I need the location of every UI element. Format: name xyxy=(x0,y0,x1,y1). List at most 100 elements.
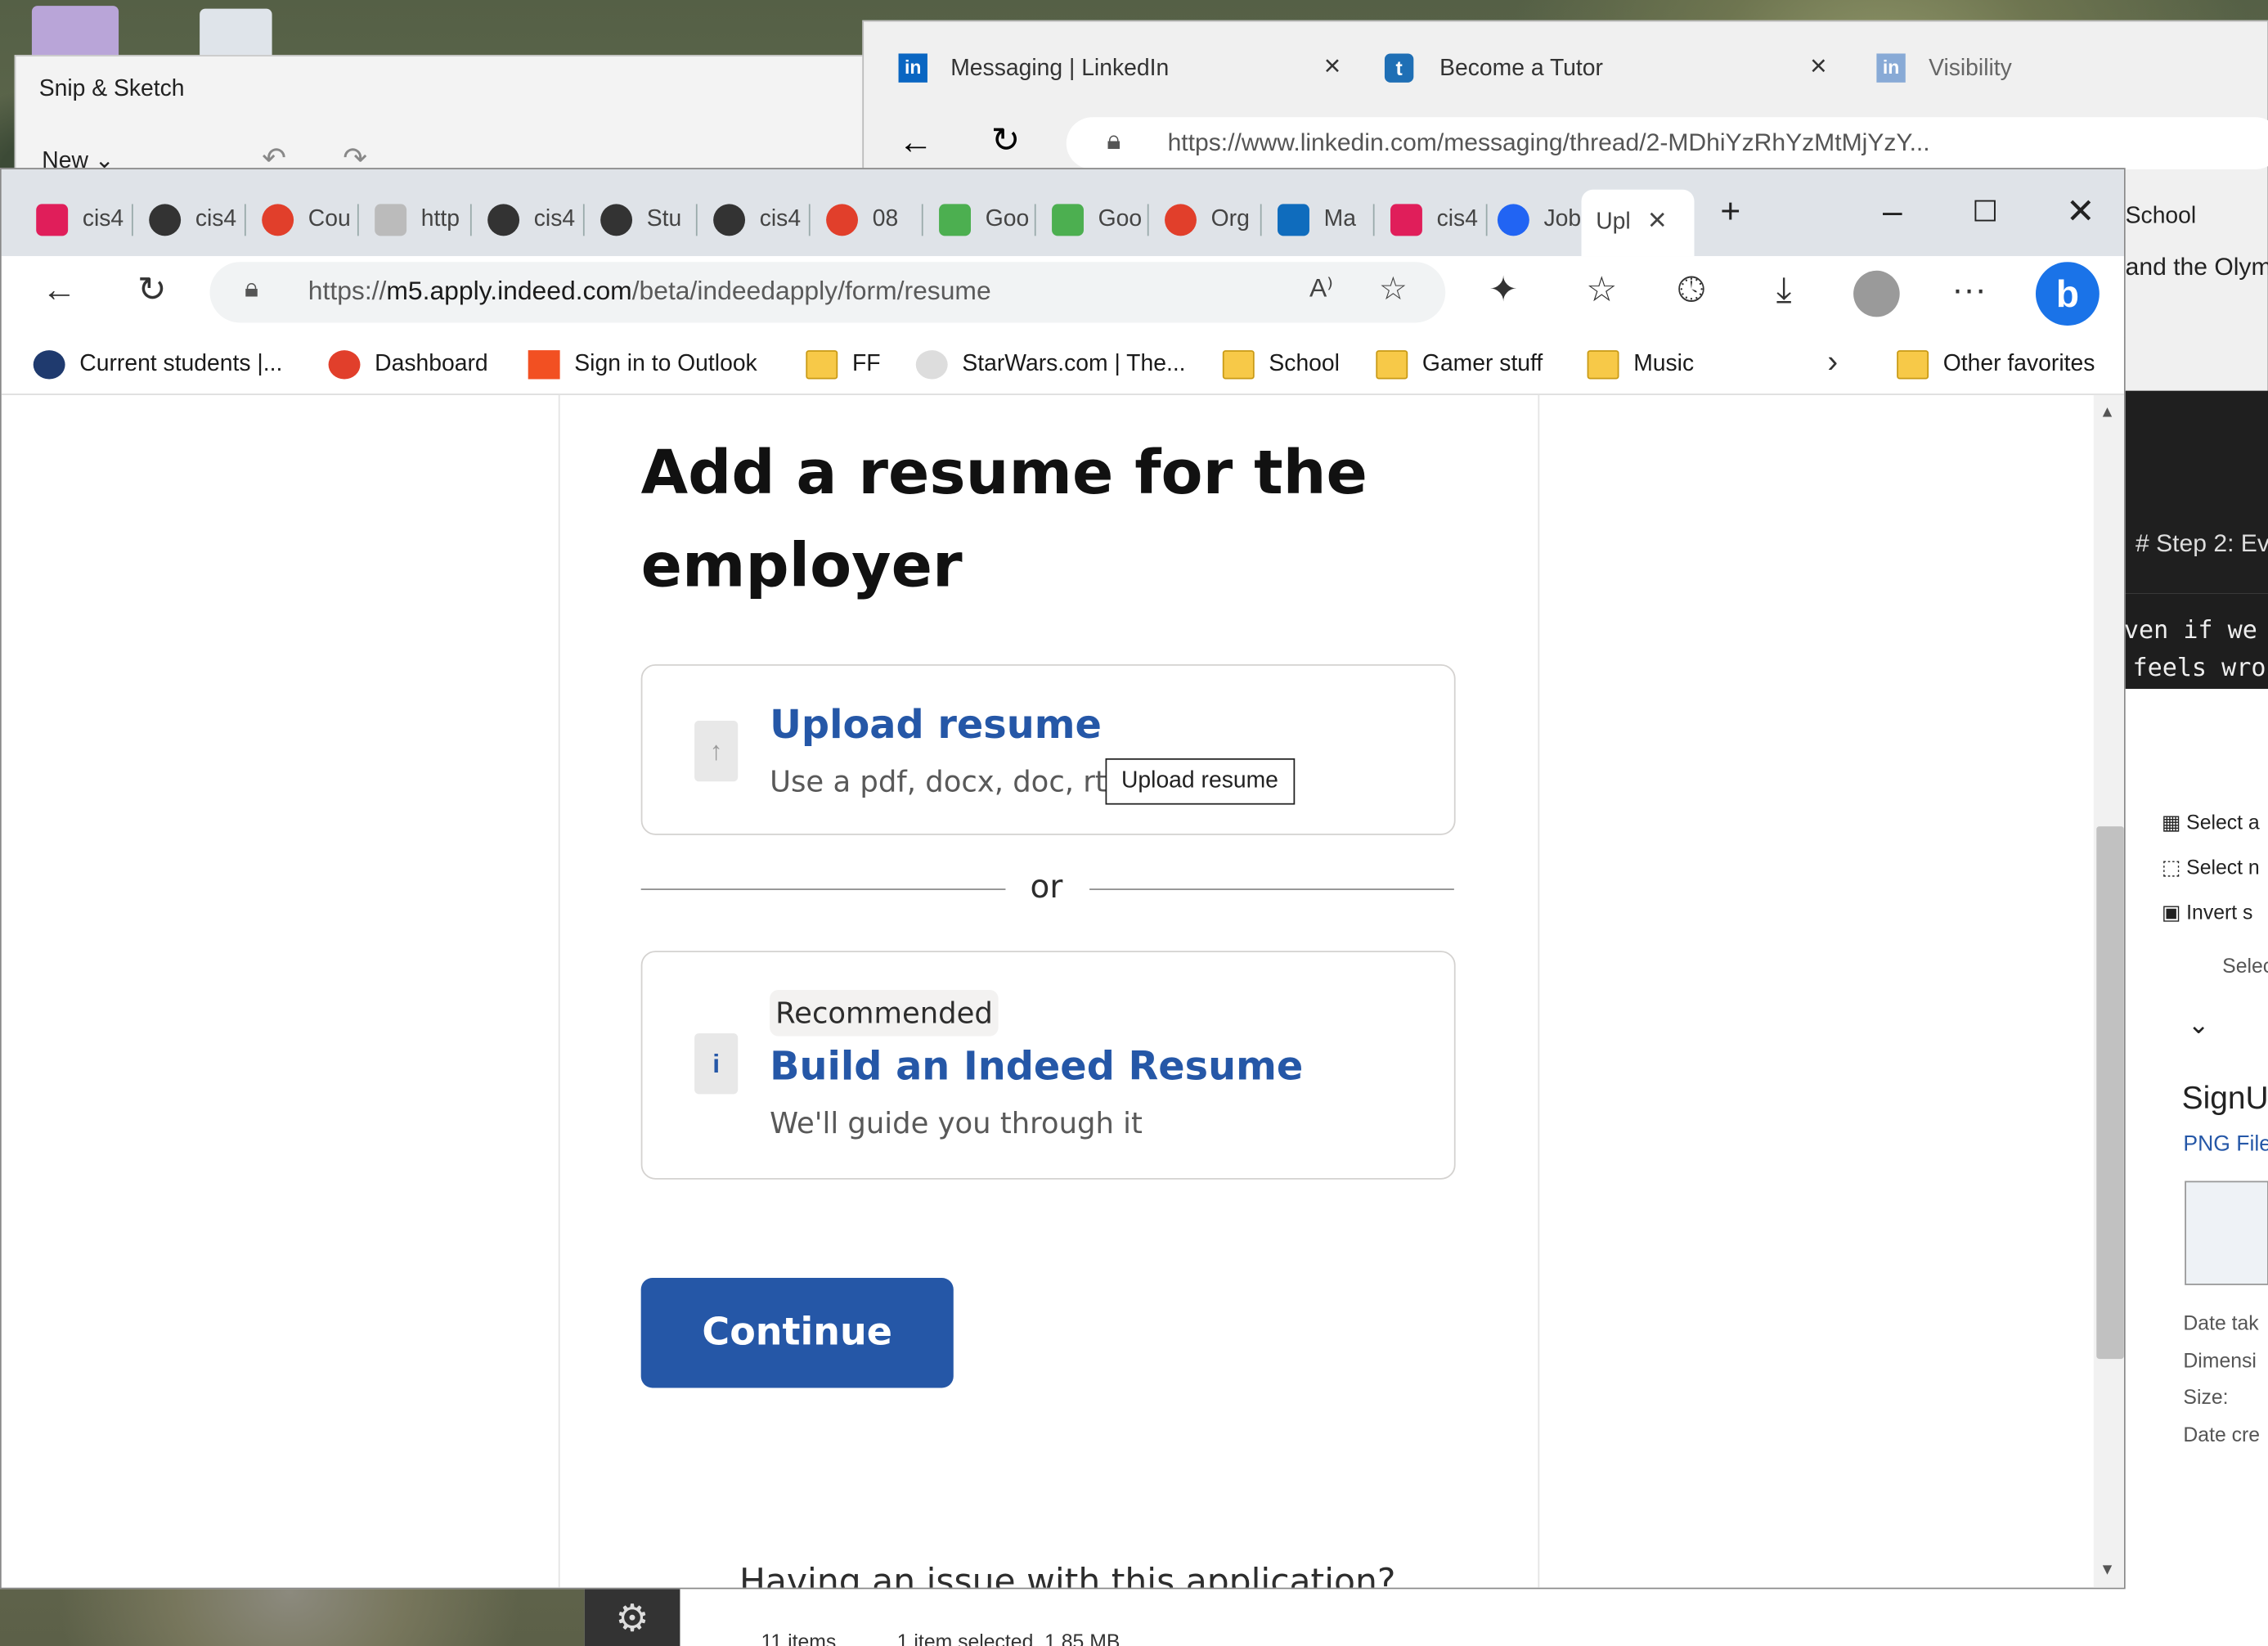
url-host: m5.apply.indeed.com xyxy=(386,276,632,306)
tutor-icon: t xyxy=(1384,53,1414,83)
tab-7[interactable]: 08 xyxy=(811,190,918,248)
tab-separator xyxy=(1034,204,1036,236)
divider-right xyxy=(1089,888,1454,890)
fav-item[interactable]: Dashboard xyxy=(328,346,517,387)
fav-label: Music xyxy=(1633,351,1695,376)
history-icon[interactable]: 🕓︎ xyxy=(1665,265,1718,317)
tab-6[interactable]: cis4 xyxy=(698,190,806,248)
back-icon[interactable]: ← xyxy=(899,123,933,164)
tab-5[interactable]: Stu xyxy=(586,190,693,248)
back-icon[interactable]: ← xyxy=(34,265,86,317)
github-icon xyxy=(487,204,520,236)
close-icon[interactable]: × xyxy=(1648,201,1667,239)
folder-icon xyxy=(1587,350,1619,380)
tab-10[interactable]: Org xyxy=(1150,190,1257,248)
tab-3[interactable]: http xyxy=(360,190,467,248)
fav-item[interactable]: Music xyxy=(1587,346,1718,387)
fav-label: Dashboard xyxy=(375,351,488,376)
tab-label: Become a Tutor xyxy=(1439,56,1603,82)
continue-button[interactable]: Continue xyxy=(640,1278,954,1388)
upload-resume-tooltip: Upload resume xyxy=(1105,758,1295,805)
tab-separator xyxy=(131,204,133,236)
status-selection: 1 item selected 1.85 MB xyxy=(896,1629,1121,1646)
fav-school-partial[interactable]: School xyxy=(2126,204,2197,230)
tab-become-tutor[interactable]: t Become a Tutor × xyxy=(1384,42,1848,94)
bing-icon[interactable]: b xyxy=(2035,262,2100,326)
explorer-status-bar: 11 items 1 item selected 1.85 MB xyxy=(584,1589,2268,1646)
tab-separator xyxy=(244,204,246,236)
read-aloud-icon[interactable]: A⁾ xyxy=(1309,273,1333,304)
more-icon[interactable]: ··· xyxy=(1943,265,1996,317)
close-icon[interactable]: × xyxy=(1810,51,1827,84)
fav-other-favorites[interactable]: Other favorites xyxy=(1897,346,2113,387)
tab-11[interactable]: Ma xyxy=(1263,190,1370,248)
tab-linkedin-messaging[interactable]: in Messaging | LinkedIn × xyxy=(898,42,1362,94)
canvas-icon xyxy=(1165,204,1197,236)
tab-upload-active[interactable]: Upl × xyxy=(1581,189,1695,257)
tab-label: cis4 xyxy=(533,206,576,232)
fav-item[interactable]: Sign in to Outlook xyxy=(528,346,788,387)
profile-avatar[interactable] xyxy=(1853,270,1900,317)
details-file-type: PNG File xyxy=(2183,1131,2268,1157)
university-icon xyxy=(33,350,65,380)
tab-0[interactable]: cis4 xyxy=(22,190,129,248)
tab-separator xyxy=(357,204,359,236)
tab-9[interactable]: Goo xyxy=(1037,190,1144,248)
refresh-icon[interactable]: ↻ xyxy=(126,265,178,317)
tab-separator xyxy=(582,204,585,236)
upload-resume-card[interactable]: ↑ Upload resume Use a pdf, docx, doc, rt… xyxy=(640,663,1456,835)
scroll-up-icon[interactable]: ▲ xyxy=(2100,404,2115,421)
issue-link[interactable]: Having an issue with this application? xyxy=(739,1562,1395,1588)
tab-label: cis4 xyxy=(195,206,237,232)
chevron-right-icon[interactable]: › xyxy=(1827,343,1838,380)
tab-label: cis4 xyxy=(82,206,124,232)
fav-item[interactable]: FF xyxy=(806,346,892,387)
microsoft-icon xyxy=(528,350,560,380)
add-favorite-icon[interactable]: ☆ xyxy=(1379,271,1408,308)
linkedin-icon: in xyxy=(1876,53,1906,83)
scrollbar-thumb[interactable] xyxy=(2096,826,2124,1360)
tab-1[interactable]: cis4 xyxy=(135,190,242,248)
tab-visibility[interactable]: in Visibility xyxy=(1876,42,2166,94)
linkedin-address-bar[interactable]: 🔒︎ https://www.linkedin.com/messaging/th… xyxy=(1066,117,2268,169)
address-bar[interactable]: 🔒︎ https://m5.apply.indeed.com/beta/inde… xyxy=(209,262,1446,323)
fav-item[interactable]: Current students |... xyxy=(33,346,308,387)
extensions-icon[interactable]: ✦ xyxy=(1477,265,1529,317)
tab-separator xyxy=(1372,204,1375,236)
window-close-button[interactable]: ✕ xyxy=(2045,190,2117,242)
gear-icon[interactable]: ⚙ xyxy=(584,1589,680,1646)
upload-file-icon: ↑ xyxy=(694,720,739,782)
scroll-down-icon[interactable]: ▼ xyxy=(2100,1562,2115,1579)
or-separator: or xyxy=(1030,870,1063,906)
favorites-icon[interactable]: ☆ xyxy=(1575,265,1628,317)
downloads-icon[interactable]: ⤓ xyxy=(1758,265,1810,317)
minimize-button[interactable]: – xyxy=(1857,190,1929,242)
fav-item[interactable]: School xyxy=(1222,346,1353,387)
build-resume-card[interactable]: i Recommended Build an Indeed Resume We'… xyxy=(640,951,1456,1180)
tab-label: Goo xyxy=(1098,206,1143,232)
tab-13[interactable]: Job xyxy=(1483,190,1590,248)
tab-12[interactable]: cis4 xyxy=(1376,190,1483,248)
new-tab-button[interactable]: + xyxy=(1694,190,1766,242)
chevron-down-icon[interactable]: ⌄ xyxy=(2188,1010,2210,1041)
code-line: ven if we xyxy=(2123,616,2257,645)
detail-label: Date cre xyxy=(2183,1422,2261,1446)
tab-label: Stu xyxy=(646,206,682,232)
google-icon xyxy=(939,204,971,236)
tab-4[interactable]: cis4 xyxy=(473,190,580,248)
close-icon[interactable]: × xyxy=(1324,51,1341,84)
select-all-button[interactable]: ▦ Select a xyxy=(2162,811,2260,835)
tab-label: Upl xyxy=(1596,209,1631,235)
linkedin-page-partial: and the Olym xyxy=(2125,253,2268,281)
fav-item[interactable]: Gamer stuff xyxy=(1376,346,1564,387)
invert-selection-button[interactable]: ▣ Invert s xyxy=(2162,900,2253,924)
tab-2[interactable]: Cou xyxy=(247,190,354,248)
tab-8[interactable]: Goo xyxy=(924,190,1031,248)
select-none-label: Select n xyxy=(2186,855,2260,879)
slack-icon xyxy=(1390,204,1422,236)
maximize-button[interactable]: ☐ xyxy=(1949,190,2021,242)
refresh-icon[interactable]: ↻ xyxy=(991,120,1021,162)
fav-label: Sign in to Outlook xyxy=(574,351,757,376)
fav-item[interactable]: StarWars.com | The... xyxy=(915,346,1206,387)
select-none-button[interactable]: ⬚ Select n xyxy=(2162,855,2260,879)
